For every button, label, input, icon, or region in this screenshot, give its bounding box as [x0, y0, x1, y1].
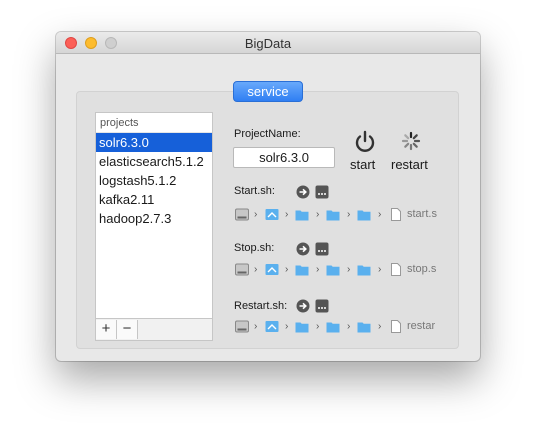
list-item[interactable]: logstash5.1.2 — [96, 171, 212, 190]
chevron-right-icon: › — [316, 321, 320, 332]
power-icon[interactable] — [354, 130, 376, 154]
tab-service[interactable]: service — [233, 81, 303, 102]
folder-icon — [295, 265, 309, 276]
chevron-right-icon: › — [285, 209, 289, 220]
stop-script-label: Stop.sh: — [234, 242, 275, 254]
script-file-name: restar — [407, 320, 436, 332]
home-folder-icon — [265, 321, 279, 332]
chevron-right-icon: › — [254, 209, 258, 220]
folder-icon — [357, 210, 371, 221]
stop-script-path[interactable]: › › › › › stop.s — [235, 262, 465, 278]
remove-project-button[interactable]: − — [117, 320, 138, 339]
folder-icon — [326, 265, 340, 276]
title-bar: BigData — [56, 32, 480, 54]
script-file-name: start.s — [407, 208, 437, 220]
disk-icon — [235, 208, 249, 221]
arrow-right-icon[interactable] — [296, 299, 310, 313]
restart-script-label: Restart.sh: — [234, 300, 288, 312]
project-name-field[interactable]: solr6.3.0 — [233, 147, 335, 168]
chevron-right-icon: › — [378, 321, 382, 332]
arrow-right-icon[interactable] — [296, 185, 310, 199]
home-folder-icon — [265, 264, 279, 275]
start-label[interactable]: start — [350, 157, 375, 172]
add-project-button[interactable]: + — [96, 320, 117, 339]
home-folder-icon — [265, 209, 279, 220]
chevron-right-icon: › — [254, 264, 258, 275]
restart-script-path[interactable]: › › › › › restar — [235, 319, 465, 335]
restart-label[interactable]: restart — [391, 157, 428, 172]
file-icon — [391, 208, 401, 221]
more-icon[interactable] — [315, 242, 329, 256]
more-icon[interactable] — [315, 185, 329, 199]
list-item[interactable]: hadoop2.7.3 — [96, 209, 212, 228]
chevron-right-icon: › — [378, 264, 382, 275]
list-toolbar: + − — [95, 319, 213, 341]
chevron-right-icon: › — [316, 264, 320, 275]
start-script-label: Start.sh: — [234, 185, 275, 197]
folder-icon — [326, 210, 340, 221]
app-window: BigData service projects solr6.3.0 elast… — [56, 32, 480, 361]
file-icon — [391, 263, 401, 276]
chevron-right-icon: › — [347, 321, 351, 332]
list-item[interactable]: elasticsearch5.1.2 — [96, 152, 212, 171]
more-icon[interactable] — [315, 299, 329, 313]
chevron-right-icon: › — [254, 321, 258, 332]
chevron-right-icon: › — [285, 321, 289, 332]
script-file-name: stop.s — [407, 263, 437, 275]
folder-icon — [357, 265, 371, 276]
list-item[interactable]: kafka2.11 — [96, 190, 212, 209]
disk-icon — [235, 320, 249, 333]
folder-icon — [295, 210, 309, 221]
arrow-right-icon[interactable] — [296, 242, 310, 256]
folder-icon — [326, 322, 340, 333]
list-item[interactable]: solr6.3.0 — [96, 133, 212, 152]
file-icon — [391, 320, 401, 333]
start-script-path[interactable]: › › › › › start.s — [235, 207, 465, 223]
projects-list-header: projects — [96, 113, 212, 133]
chevron-right-icon: › — [285, 264, 289, 275]
window-title: BigData — [244, 36, 292, 51]
folder-icon — [357, 322, 371, 333]
chevron-right-icon: › — [347, 264, 351, 275]
chevron-right-icon: › — [347, 209, 351, 220]
chevron-right-icon: › — [378, 209, 382, 220]
chevron-right-icon: › — [316, 209, 320, 220]
disk-icon — [235, 263, 249, 276]
folder-icon — [295, 322, 309, 333]
projects-list: projects solr6.3.0 elasticsearch5.1.2 lo… — [95, 112, 213, 319]
project-name-label: ProjectName: — [234, 128, 301, 140]
spinner-icon[interactable] — [401, 131, 421, 151]
